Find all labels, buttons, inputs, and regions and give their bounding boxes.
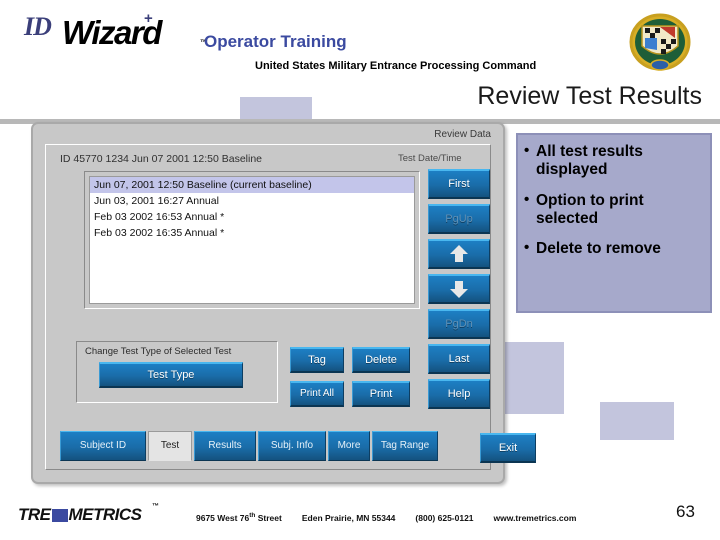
footer-website: www.tremetrics.com <box>493 512 577 523</box>
logo-bars-icon <box>51 509 68 522</box>
tag-button[interactable]: Tag <box>290 347 344 373</box>
slide-canvas: ID Wizard + ™ Operator Training United S… <box>0 0 720 540</box>
tab-subject-id[interactable]: Subject ID <box>60 431 146 461</box>
change-test-type-group: Change Test Type of Selected Test Test T… <box>76 341 278 403</box>
delete-button[interactable]: Delete <box>352 347 410 373</box>
slide-heading: Review Test Results <box>477 82 702 110</box>
list-item[interactable]: Jun 03, 2001 16:27 Annual <box>90 193 414 209</box>
page-down-button[interactable]: PgDn <box>428 309 490 339</box>
list-item: Delete to remove <box>524 239 704 258</box>
group-label: Change Test Type of Selected Test <box>85 346 232 357</box>
footer-street: 9675 West 76 <box>196 512 250 523</box>
logo-plus-icon: + <box>144 10 153 27</box>
list-item: All test results displayed <box>524 142 704 180</box>
list-item[interactable]: Jun 07, 2001 12:50 Baseline (current bas… <box>90 177 414 193</box>
footer-city: Eden Prairie, MN 55344 <box>301 512 396 523</box>
decorative-block-2 <box>504 342 564 414</box>
tab-subj-info[interactable]: Subj. Info <box>258 431 326 461</box>
window-body: Review Data ID 45770 1234 Jun 07 2001 12… <box>37 128 536 478</box>
page-number: 63 <box>676 502 695 521</box>
last-button[interactable]: Last <box>428 344 490 374</box>
tremetrics-logo: TRE METRICS <box>18 505 142 525</box>
callout-box: All test results displayed Option to pri… <box>516 133 712 313</box>
navigation-button-column: First PgUp PgDn Last Help <box>428 169 490 414</box>
column-header-test-date-time: Test Date/Time <box>398 153 462 164</box>
military-crest-icon <box>628 12 692 72</box>
application-window: Review Data ID 45770 1234 Jun 07 2001 12… <box>31 122 536 484</box>
footer-address: 9675 West 76th Street Eden Prairie, MN 55… <box>196 512 576 523</box>
print-all-button[interactable]: Print All <box>290 381 344 407</box>
print-button[interactable]: Print <box>352 381 410 407</box>
tab-test[interactable]: Test <box>148 431 192 461</box>
footer-trademark: ™ <box>152 503 159 510</box>
footer-street2: Street <box>255 512 282 523</box>
window-title: Review Data <box>434 129 491 140</box>
decorative-block-3 <box>600 402 674 440</box>
arrow-up-icon[interactable] <box>428 239 490 269</box>
review-data-panel: ID 45770 1234 Jun 07 2001 12:50 Baseline… <box>45 144 536 470</box>
arrow-down-icon[interactable] <box>428 274 490 304</box>
logo-tre-text: TRE <box>18 505 51 524</box>
idwizard-logo: ID Wizard + ™ <box>24 8 208 52</box>
list-item: Option to print selected <box>524 191 704 229</box>
logo-metrics-text: METRICS <box>68 505 143 524</box>
footer-phone: (800) 625-0121 <box>415 512 474 523</box>
tab-bar: Subject ID Test Results Subj. Info More … <box>60 431 480 463</box>
list-item[interactable]: Feb 03 2002 16:35 Annual * <box>90 225 414 241</box>
page-title: Operator Training <box>204 32 347 51</box>
list-item[interactable]: Feb 03 2002 16:53 Annual * <box>90 209 414 225</box>
tab-results[interactable]: Results <box>194 431 256 461</box>
exit-button[interactable]: Exit <box>480 433 536 463</box>
decorative-block-1 <box>240 97 312 119</box>
page-up-button[interactable]: PgUp <box>428 204 490 234</box>
tab-more[interactable]: More <box>328 431 370 461</box>
callout-list: All test results displayed Option to pri… <box>524 142 704 258</box>
logo-id-text: ID <box>24 12 52 41</box>
tab-tag-range[interactable]: Tag Range <box>372 431 438 461</box>
test-list[interactable]: Jun 07, 2001 12:50 Baseline (current bas… <box>89 176 415 304</box>
first-button[interactable]: First <box>428 169 490 199</box>
test-type-button[interactable]: Test Type <box>99 362 243 388</box>
page-subtitle: United States Military Entrance Processi… <box>255 60 537 72</box>
help-button[interactable]: Help <box>428 379 490 409</box>
record-id-label: ID 45770 1234 Jun 07 2001 12:50 Baseline <box>60 153 262 165</box>
test-list-container: Jun 07, 2001 12:50 Baseline (current bas… <box>84 171 420 309</box>
